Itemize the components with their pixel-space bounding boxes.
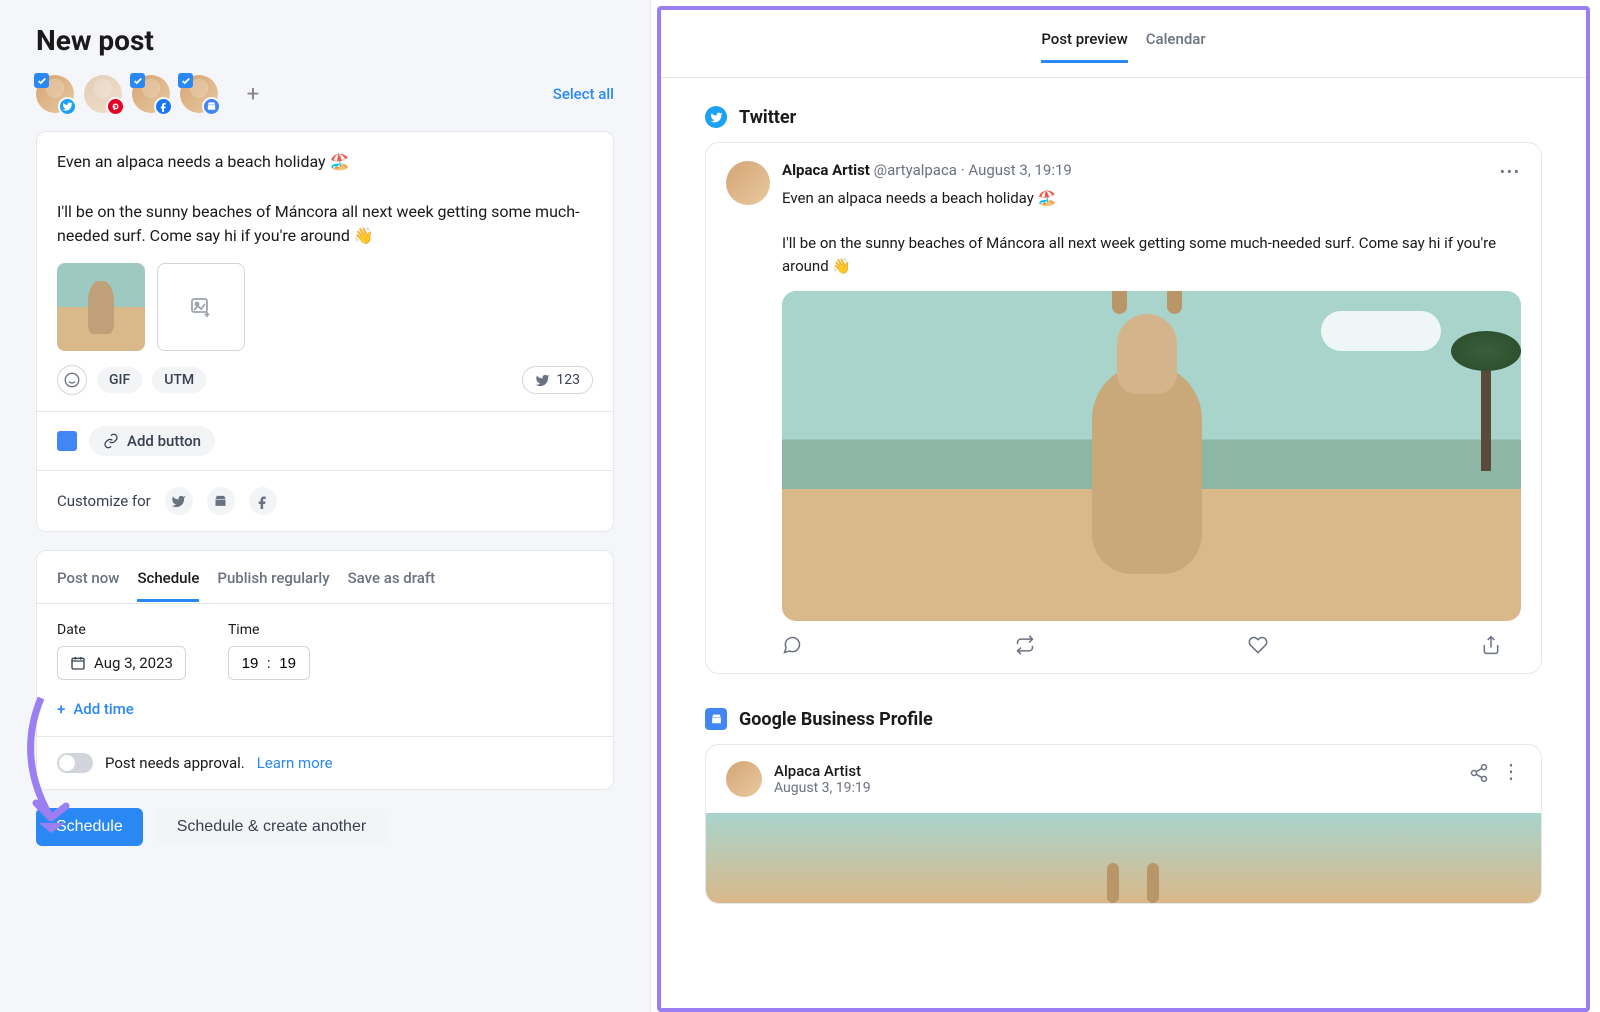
check-icon (178, 73, 193, 88)
more-menu[interactable]: ⋮ (1501, 759, 1521, 783)
facebook-icon (255, 494, 270, 509)
gbp-timestamp: August 3, 19:19 (774, 780, 871, 796)
gbp-heading: Google Business Profile (739, 709, 933, 730)
google-business-icon (57, 431, 77, 451)
share-icon[interactable] (1469, 763, 1489, 783)
check-icon (130, 73, 145, 88)
account-facebook[interactable] (132, 75, 170, 113)
account-pinterest[interactable] (84, 75, 122, 113)
link-icon (103, 433, 119, 449)
calendar-icon (70, 655, 86, 671)
share-icon[interactable] (1481, 635, 1501, 655)
tab-publish-regularly[interactable]: Publish regularly (217, 563, 329, 602)
tab-schedule[interactable]: Schedule (137, 563, 199, 602)
twitter-icon (58, 97, 77, 116)
page-title: New post (36, 24, 614, 57)
gbp-preview: Alpaca Artist August 3, 19:19 ⋮ (705, 744, 1542, 904)
approval-label: Post needs approval. (105, 754, 245, 772)
tab-post-now[interactable]: Post now (57, 563, 119, 602)
media-thumbnail[interactable] (57, 263, 145, 351)
learn-more-link[interactable]: Learn more (257, 754, 333, 772)
date-label: Date (57, 622, 186, 638)
gbp-author-name: Alpaca Artist (774, 762, 871, 780)
twitter-icon (705, 106, 727, 128)
google-business-icon (705, 708, 727, 730)
customize-for-label: Customize for (57, 492, 151, 510)
account-selector: + (36, 75, 272, 113)
facebook-icon (154, 97, 173, 116)
tweet-text: Even an alpaca needs a beach holiday 🏖️ … (782, 187, 1521, 277)
tweet-author-name: Alpaca Artist (782, 161, 870, 179)
minute-input[interactable] (277, 655, 299, 672)
date-picker[interactable]: Aug 3, 2023 (57, 646, 186, 680)
account-google-business[interactable] (180, 75, 218, 113)
image-plus-icon (189, 295, 213, 319)
avatar (726, 161, 770, 205)
plus-icon: + (57, 700, 65, 718)
composer: Even an alpaca needs a beach holiday 🏖️ … (36, 131, 614, 532)
select-all-link[interactable]: Select all (553, 85, 614, 103)
check-icon (34, 73, 49, 88)
pinterest-icon (106, 97, 125, 116)
twitter-icon (535, 373, 550, 388)
customize-twitter[interactable] (165, 487, 193, 515)
schedule-create-another-button[interactable]: Schedule & create another (157, 808, 386, 846)
twitter-heading: Twitter (739, 107, 796, 128)
time-separator: : (267, 654, 271, 672)
twitter-icon (171, 494, 186, 509)
tab-save-draft[interactable]: Save as draft (348, 563, 436, 602)
add-button-action[interactable]: Add button (89, 426, 215, 456)
hour-input[interactable] (239, 655, 261, 672)
schedule-button[interactable]: Schedule (36, 808, 143, 846)
add-button-label: Add button (127, 432, 201, 450)
add-time-label: Add time (73, 700, 134, 718)
gif-button[interactable]: GIF (97, 367, 142, 393)
gbp-image (706, 813, 1541, 903)
add-media-button[interactable] (157, 263, 245, 351)
smile-icon (63, 371, 81, 389)
char-counter: 123 (522, 366, 593, 394)
time-picker[interactable]: : (228, 646, 310, 680)
avatar (726, 761, 762, 797)
google-business-icon (213, 494, 228, 509)
tab-post-preview[interactable]: Post preview (1041, 24, 1127, 63)
add-account-button[interactable]: + (234, 75, 272, 113)
account-twitter[interactable] (36, 75, 74, 113)
more-menu[interactable]: ••• (1500, 163, 1521, 181)
retweet-icon[interactable] (1015, 635, 1035, 655)
add-time-button[interactable]: + Add time (57, 700, 593, 718)
customize-google-business[interactable] (207, 487, 235, 515)
compose-textarea[interactable]: Even an alpaca needs a beach holiday 🏖️ … (37, 132, 613, 263)
like-icon[interactable] (1248, 635, 1268, 655)
customize-facebook[interactable] (249, 487, 277, 515)
tweet-author-handle: @artyalpaca · August 3, 19:19 (874, 161, 1072, 179)
char-count-value: 123 (556, 372, 580, 388)
utm-button[interactable]: UTM (152, 367, 206, 393)
reply-icon[interactable] (782, 635, 802, 655)
tweet-preview: Alpaca Artist @artyalpaca · August 3, 19… (705, 142, 1542, 674)
tweet-image (782, 291, 1521, 621)
tab-calendar[interactable]: Calendar (1146, 24, 1206, 63)
time-label: Time (228, 622, 310, 638)
preview-tabs: Post preview Calendar (661, 10, 1586, 78)
emoji-picker-button[interactable] (57, 365, 87, 395)
publish-tabs: Post now Schedule Publish regularly Save… (37, 551, 613, 603)
date-value: Aug 3, 2023 (94, 654, 173, 672)
google-business-icon (202, 97, 221, 116)
approval-toggle[interactable] (57, 753, 93, 773)
